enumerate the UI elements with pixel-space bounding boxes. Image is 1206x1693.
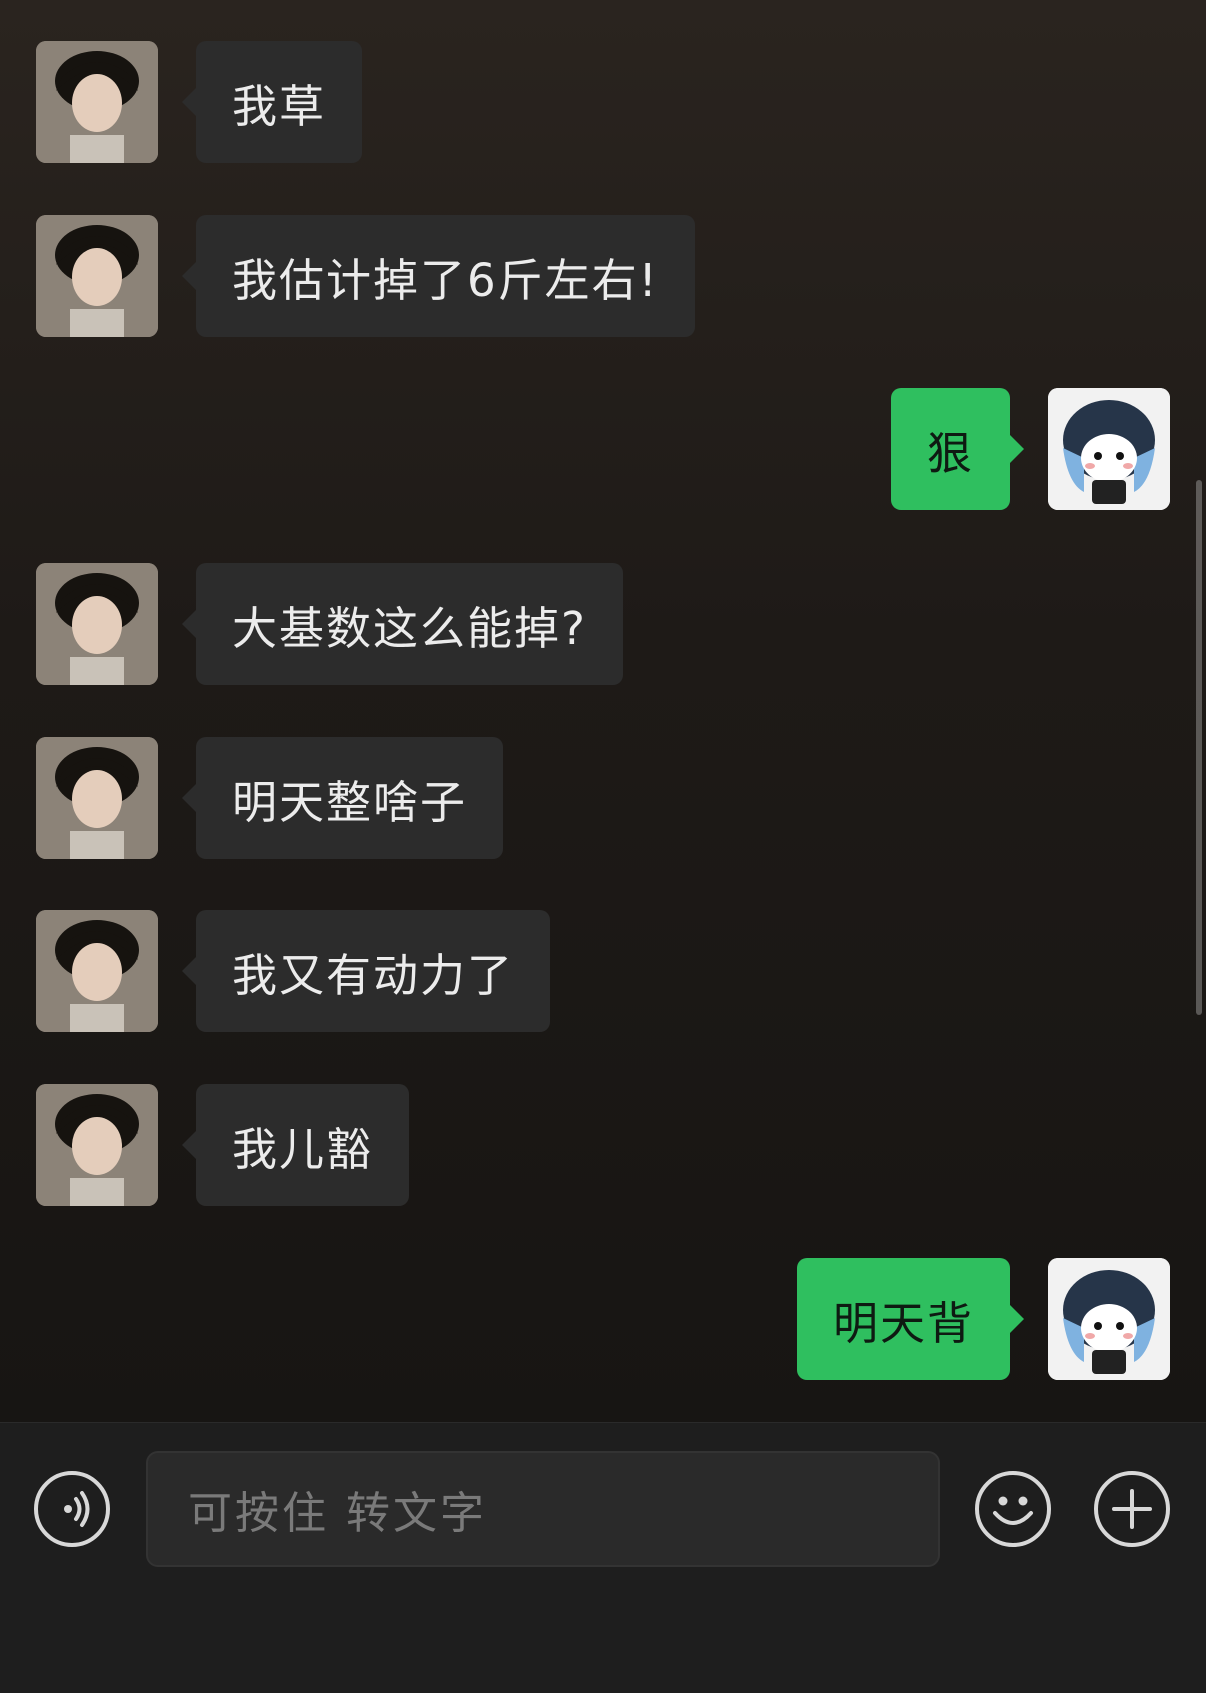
plus-icon	[1112, 1489, 1152, 1529]
message-list[interactable]: 我草 我估计掉了6斤左右! 狠 大基数这么能掉? 明天整啥子 我又有动力了 我儿…	[0, 0, 1206, 1422]
message-bubble[interactable]: 我又有动力了	[181, 910, 551, 1032]
message-bubble[interactable]: 我估计掉了6斤左右!	[182, 215, 695, 337]
contact-avatar[interactable]	[36, 737, 158, 859]
contact-avatar[interactable]	[36, 215, 158, 337]
message-row-incoming: 我又有动力了	[36, 910, 586, 1032]
message-bubble[interactable]: 明天背	[796, 1258, 1025, 1380]
more-button[interactable]	[1094, 1471, 1170, 1547]
emoji-icon	[993, 1496, 1033, 1525]
contact-avatar[interactable]	[36, 1084, 158, 1206]
chat-screen: 我草 我估计掉了6斤左右! 狠 大基数这么能掉? 明天整啥子 我又有动力了 我儿…	[0, 0, 1206, 1693]
message-row-incoming: 我草	[36, 41, 376, 163]
voice-input-button[interactable]	[34, 1471, 110, 1547]
message-row-incoming: 明天整啥子	[36, 737, 536, 859]
scrollbar[interactable]	[1196, 480, 1202, 1015]
message-row-incoming: 我儿豁	[36, 1084, 436, 1206]
contact-avatar[interactable]	[36, 563, 158, 685]
message-input[interactable]: 可按住 转文字	[146, 1451, 940, 1567]
my-avatar[interactable]	[1048, 388, 1170, 510]
emoji-button[interactable]	[975, 1471, 1051, 1547]
message-bubble[interactable]: 我草	[181, 41, 363, 163]
input-bar: 可按住 转文字	[0, 1422, 1206, 1693]
message-row-incoming: 大基数这么能掉?	[36, 563, 666, 685]
contact-avatar[interactable]	[36, 41, 158, 163]
message-bubble[interactable]: 大基数这么能掉?	[182, 563, 623, 685]
message-row-outgoing: 明天背	[780, 1258, 1170, 1380]
message-bubble[interactable]: 我儿豁	[181, 1084, 410, 1206]
message-bubble[interactable]: 狠	[890, 388, 1025, 510]
message-row-outgoing: 狠	[875, 388, 1170, 510]
voice-input-icon	[64, 1491, 90, 1527]
message-row-incoming: 我估计掉了6斤左右!	[36, 215, 756, 337]
my-avatar[interactable]	[1048, 1258, 1170, 1380]
message-bubble[interactable]: 明天整啥子	[181, 737, 504, 859]
contact-avatar[interactable]	[36, 910, 158, 1032]
